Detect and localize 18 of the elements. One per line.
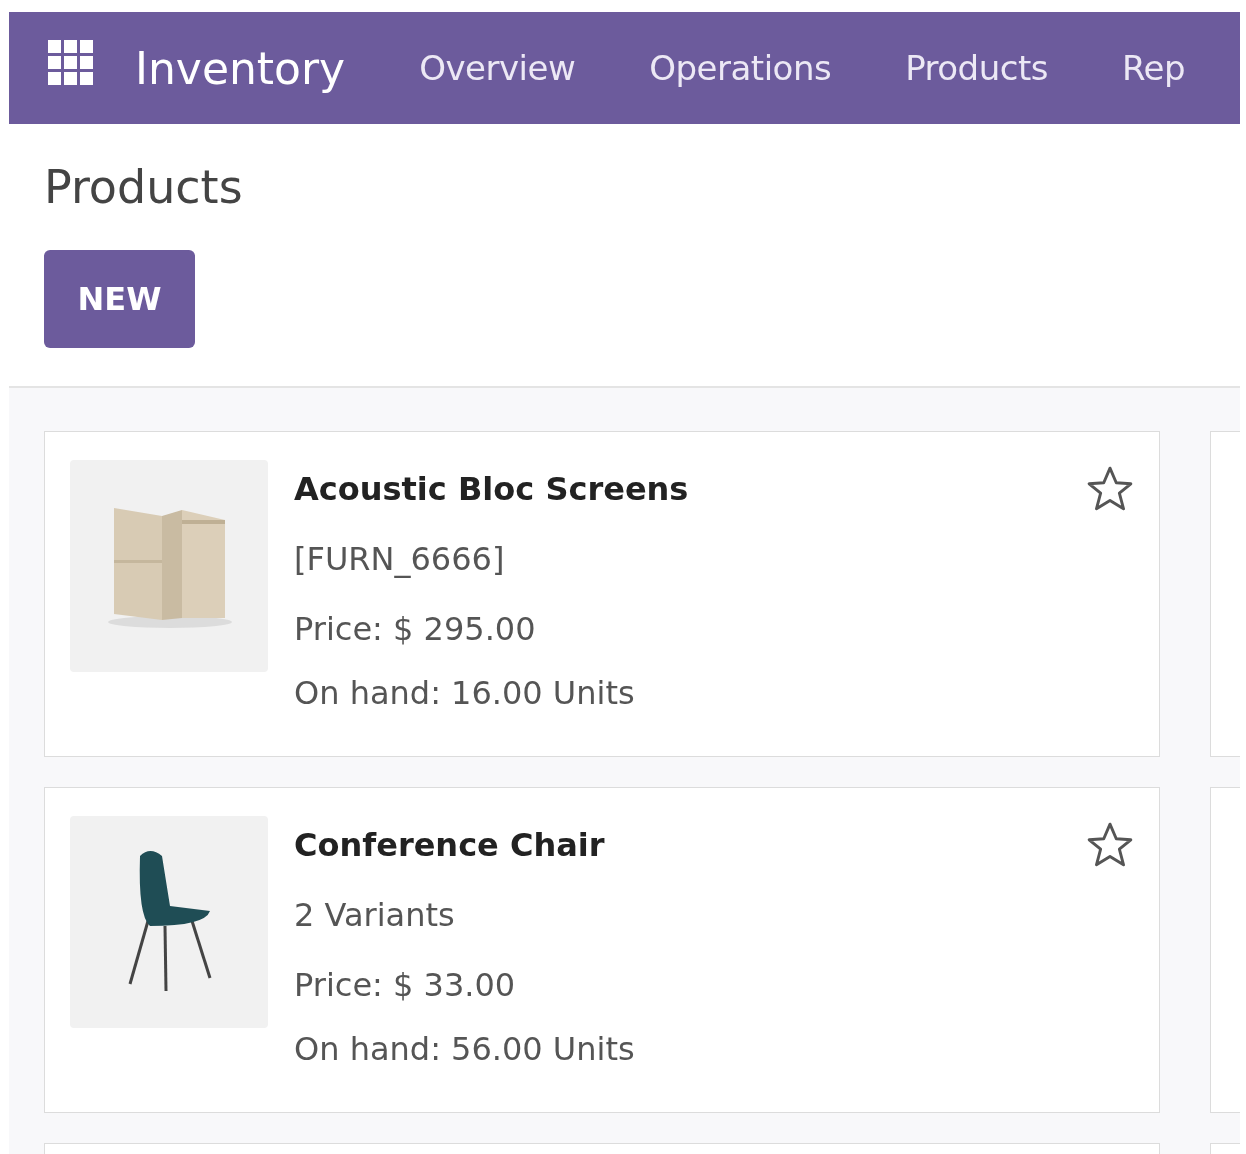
product-on-hand: On hand: 16.00 Units xyxy=(294,674,636,712)
page-title: Products xyxy=(44,160,244,216)
product-detail: [FURN_6666] xyxy=(294,540,506,580)
product-card[interactable]: Conference Chair 2 Variants Price: $ 33.00 On hand: 56.00 Units xyxy=(44,787,1160,1113)
app-name[interactable]: Inventory xyxy=(135,42,346,94)
menu-item[interactable]: Products xyxy=(905,48,1048,88)
product-on-hand: On hand: 56.00 Units xyxy=(294,1030,636,1068)
product-detail: 2 Variants xyxy=(294,896,456,936)
product-card[interactable]: Acoustic Bloc Screens [FURN_6666] Price: $ 295.00 On hand: 16.00 Units xyxy=(44,431,1160,757)
menu-item[interactable]: Operations xyxy=(649,48,832,88)
app-grid-icon[interactable] xyxy=(48,40,94,86)
product-price: Price: $ 295.00 xyxy=(294,610,537,650)
product-price: Price: $ 33.00 xyxy=(294,966,517,1006)
menu-item[interactable]: Overview xyxy=(419,48,576,88)
menu-item[interactable]: Rep xyxy=(1122,48,1186,88)
product-name: Acoustic Bloc Screens xyxy=(294,470,690,510)
new-button[interactable]: NEW xyxy=(44,250,195,348)
product-name: Conference Chair xyxy=(294,826,606,866)
